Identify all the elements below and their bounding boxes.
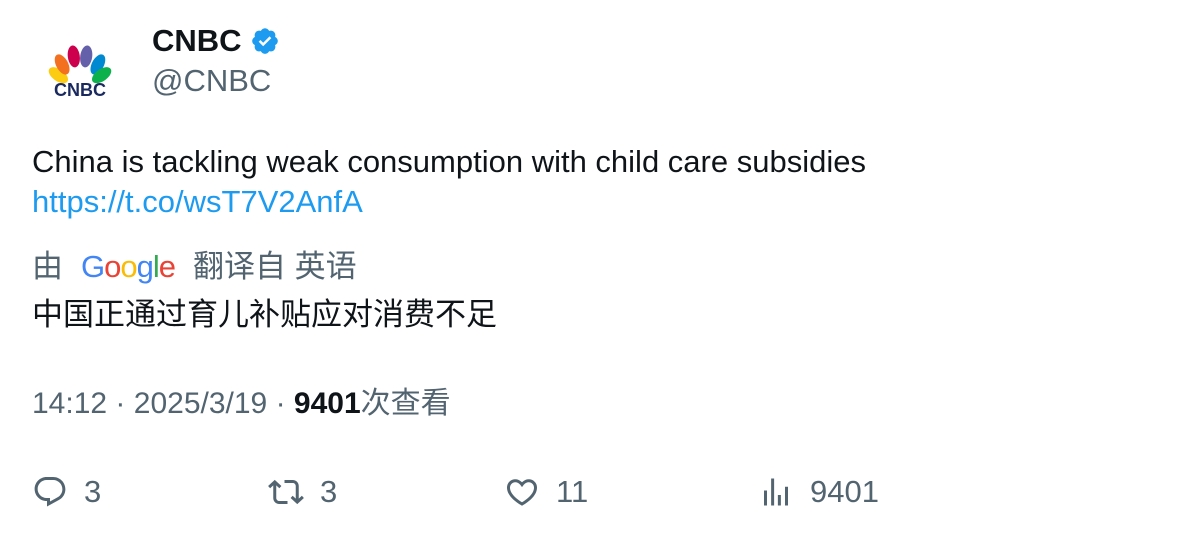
verified-badge-icon[interactable] <box>250 26 280 56</box>
meta-separator: · <box>275 387 286 420</box>
views-button[interactable]: 9401 <box>758 470 879 514</box>
meta-separator: · <box>115 387 126 420</box>
avatar[interactable]: CNBC <box>34 30 126 122</box>
tweet-meta: 14:12 · 2025/3/19 · 9401次查看 <box>32 384 451 424</box>
avatar-label: CNBC <box>54 80 106 100</box>
reply-button[interactable]: 3 <box>32 470 101 514</box>
action-bar: 3 3 11 9401 <box>0 470 1196 514</box>
translated-text: 中国正通过育儿补贴应对消费不足 <box>32 297 497 332</box>
tweet-text: China is tackling weak consumption with … <box>32 144 866 179</box>
author-handle[interactable]: @CNBC <box>152 62 271 100</box>
retweet-count: 3 <box>320 474 338 509</box>
like-button[interactable]: 11 <box>504 470 588 514</box>
tweet-time[interactable]: 14:12 <box>32 387 107 420</box>
like-count: 11 <box>556 474 589 509</box>
google-logo[interactable]: Google <box>81 247 176 287</box>
views-count: 9401 <box>293 387 361 420</box>
translation-prefix: 由 <box>32 249 63 284</box>
views-label: 次查看 <box>360 387 451 420</box>
reply-count: 3 <box>84 474 102 509</box>
tweet-date[interactable]: 2025/3/19 <box>134 387 267 420</box>
translation-suffix[interactable]: 翻译自 英语 <box>193 247 357 287</box>
tweet-link[interactable]: https://t.co/wsT7V2AnfA <box>32 182 866 222</box>
cnbc-peacock-logo: CNBC <box>48 45 112 100</box>
retweet-button[interactable]: 3 <box>268 470 337 514</box>
tweet-body: China is tackling weak consumption with … <box>32 142 866 222</box>
author-name-row[interactable]: CNBC <box>152 22 280 60</box>
analytics-icon <box>764 478 788 506</box>
retweet-icon <box>268 479 304 505</box>
view-count: 9401 <box>810 474 879 509</box>
reply-icon <box>34 477 66 507</box>
heart-icon <box>506 479 538 506</box>
display-name[interactable]: CNBC <box>152 22 242 60</box>
translation-attribution: 由 Google 翻译自 英语 <box>32 247 357 287</box>
